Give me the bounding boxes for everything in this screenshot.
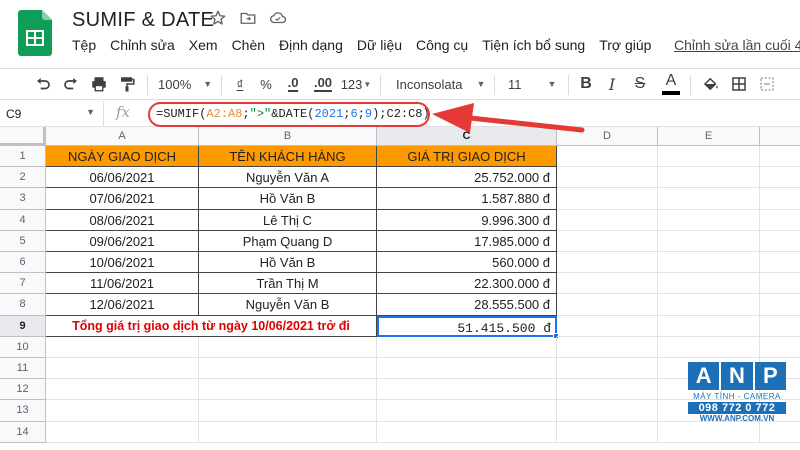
anp-website: WWW.ANP.COM.VN	[699, 414, 775, 423]
anp-letter-n: N	[721, 362, 753, 390]
spreadsheet-app: SUMIF & DATE Tệp Chỉnh sửa Xem Chèn Định…	[0, 0, 800, 450]
anp-phone: 098 772 0 772	[688, 402, 786, 414]
anp-letter-p: P	[754, 362, 786, 390]
anp-subtitle: MÁY TÍNH - CAMERA	[693, 392, 781, 401]
annotation-arrow	[432, 103, 585, 133]
anp-watermark-logo: A N P MÁY TÍNH - CAMERA 098 772 0 772 WW…	[688, 362, 786, 434]
anp-letter-a: A	[688, 362, 720, 390]
